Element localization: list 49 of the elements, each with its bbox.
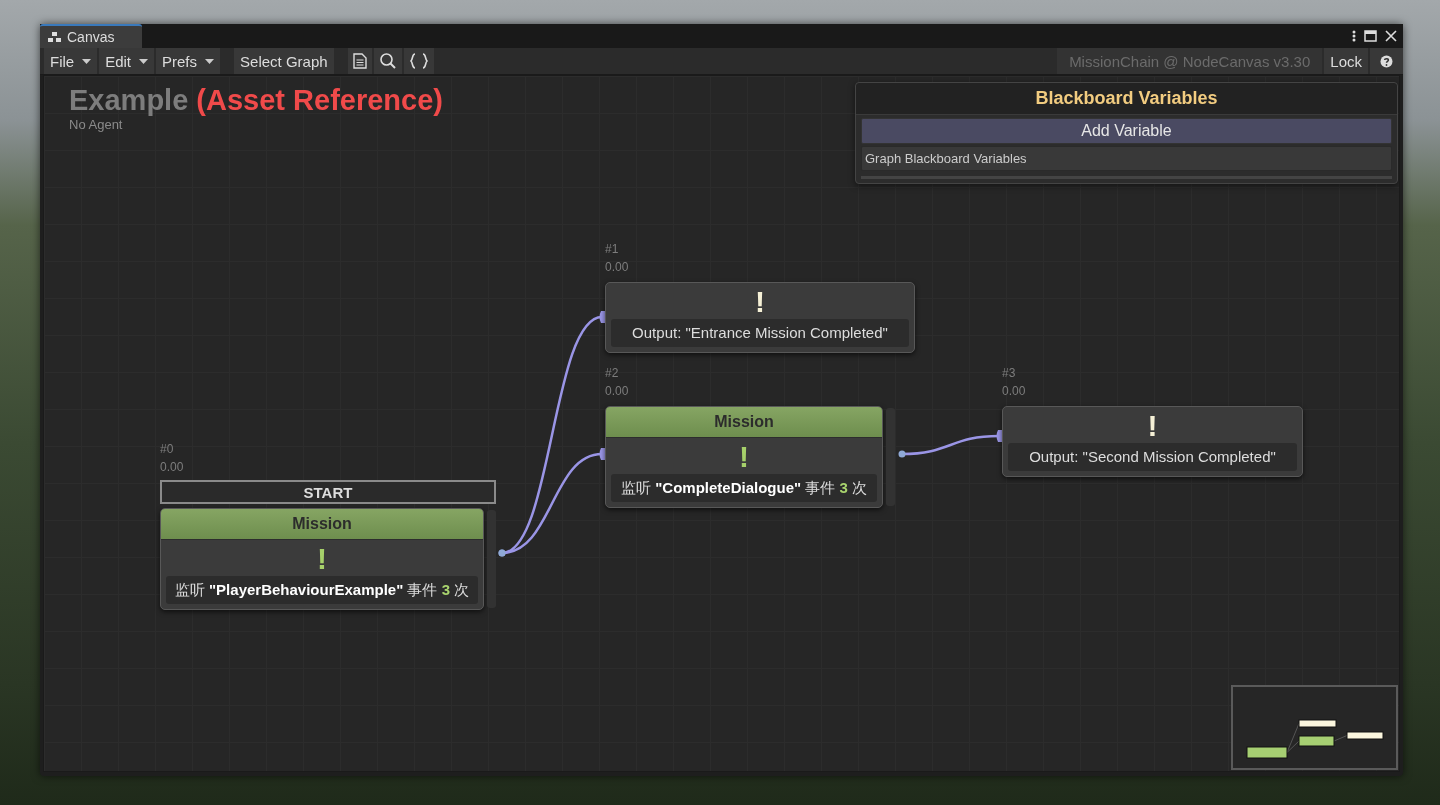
- node-index: #3: [1002, 365, 1017, 382]
- add-variable-button[interactable]: Add Variable: [861, 118, 1392, 144]
- exclamation-icon: !: [755, 285, 765, 319]
- menu-dropdown[interactable]: Edit: [99, 48, 155, 74]
- canvas-tab[interactable]: Canvas: [40, 24, 142, 48]
- section-header[interactable]: Graph Blackboard Variables: [861, 146, 1392, 171]
- graph-node[interactable]: Mission ! 监听 "PlayerBehaviourExample" 事件 3 次: [160, 508, 484, 610]
- document-icon[interactable]: [347, 48, 372, 74]
- node-time: 0.00: [605, 259, 630, 276]
- connection-line[interactable]: [498, 448, 605, 557]
- graph-node[interactable]: ! Output: "Second Mission Completed": [1002, 406, 1303, 477]
- caret-icon: [139, 58, 149, 64]
- node-description: Output: "Second Mission Completed": [1008, 443, 1297, 471]
- exclamation-icon: !: [317, 542, 327, 576]
- node-time: 0.00: [605, 383, 630, 400]
- maximize-icon[interactable]: [1364, 30, 1377, 42]
- connection-line[interactable]: [898, 430, 1002, 458]
- node-header: Mission: [161, 509, 483, 540]
- start-label: START: [160, 480, 496, 504]
- braces-icon[interactable]: [403, 48, 434, 74]
- help-icon[interactable]: [1370, 48, 1403, 74]
- graph-info: MissionChain @ NodeCanvas v3.30: [1057, 48, 1323, 74]
- node-description: 监听 "PlayerBehaviourExample" 事件 3 次: [166, 576, 478, 604]
- panel-title: Blackboard Variables: [856, 83, 1397, 115]
- graph-node[interactable]: Mission ! 监听 "CompleteDialogue" 事件 3 次: [605, 406, 883, 508]
- node-header: Mission: [606, 407, 882, 438]
- node-description: 监听 "CompleteDialogue" 事件 3 次: [611, 474, 877, 502]
- exclamation-icon: !: [739, 440, 749, 474]
- more-options-icon[interactable]: [1352, 30, 1356, 42]
- close-icon[interactable]: [1385, 30, 1397, 42]
- node-index: #1: [605, 241, 620, 258]
- node-index: #2: [605, 365, 620, 382]
- caret-icon: [205, 58, 215, 64]
- node-index: #0: [160, 441, 175, 458]
- agent-label: No Agent: [69, 117, 124, 132]
- minimap-drawing[interactable]: [1231, 685, 1398, 770]
- lock-button[interactable]: Lock: [1324, 48, 1368, 74]
- caret-icon: [82, 58, 92, 64]
- graph-node[interactable]: ! Output: "Entrance Mission Completed": [605, 282, 915, 353]
- node-time: 0.00: [1002, 383, 1027, 400]
- select-graph-button[interactable]: Select Graph: [234, 48, 334, 74]
- menu-dropdown[interactable]: File: [44, 48, 98, 74]
- graph-title: Example (Asset Reference): [69, 84, 443, 117]
- exclamation-icon: !: [1147, 409, 1158, 443]
- hierarchy-icon: [48, 32, 62, 42]
- node-description: Output: "Entrance Mission Completed": [611, 319, 909, 347]
- node-time: 0.00: [160, 459, 185, 476]
- menu-dropdown[interactable]: Prefs: [156, 48, 221, 74]
- search-icon[interactable]: [373, 48, 402, 74]
